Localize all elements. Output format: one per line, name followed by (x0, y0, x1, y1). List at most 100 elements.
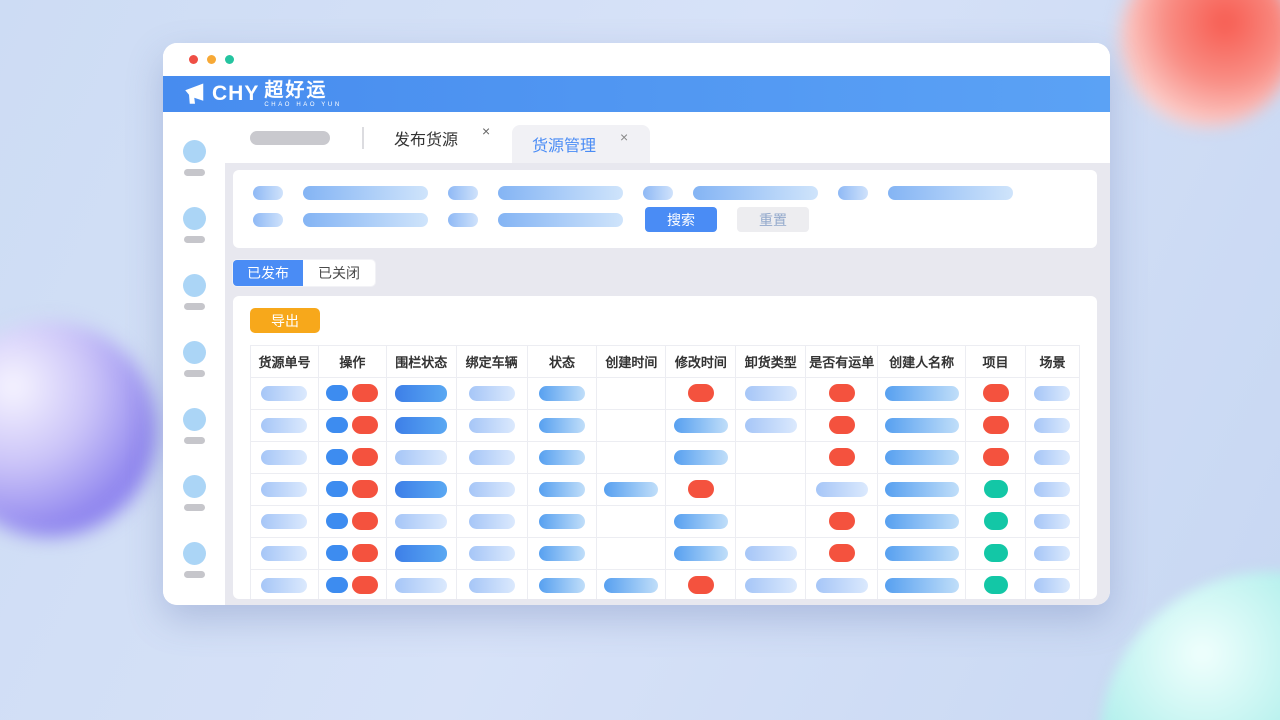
status-tab-closed[interactable]: 已关闭 (303, 260, 375, 286)
table-cell (251, 506, 319, 538)
delete-action-dot[interactable] (352, 512, 378, 530)
cell-pill-placeholder (469, 450, 515, 465)
edit-action-dot[interactable] (326, 449, 348, 465)
window-minimize-button[interactable] (207, 55, 216, 64)
tab-bar: 发布货源 × 货源管理 × (225, 112, 1110, 163)
filter-row-2: 搜索 重置 (253, 207, 1077, 232)
filter-input-placeholder[interactable] (498, 213, 623, 227)
table-cell (666, 570, 736, 600)
filter-label-placeholder (253, 213, 283, 227)
filter-label-placeholder (643, 186, 673, 200)
tab-divider (362, 127, 364, 149)
status-dot-red (829, 512, 855, 530)
tab-placeholder-pill[interactable] (250, 131, 330, 145)
edit-action-dot[interactable] (326, 417, 348, 433)
cell-pill-placeholder (1034, 514, 1070, 529)
cell-pill-placeholder (1034, 386, 1070, 401)
cell-pill-placeholder (539, 450, 585, 465)
edit-action-dot[interactable] (326, 577, 348, 593)
status-dot-red (829, 416, 855, 434)
edit-action-dot[interactable] (326, 513, 348, 529)
filter-input-placeholder[interactable] (888, 186, 1013, 200)
table-cell (251, 474, 319, 506)
sidebar-item[interactable] (183, 408, 206, 444)
window-maximize-button[interactable] (225, 55, 234, 64)
cell-pill-placeholder (395, 545, 447, 562)
table-cell (386, 474, 456, 506)
table-cell (878, 442, 966, 474)
cell-pill-placeholder (261, 418, 307, 433)
window-close-button[interactable] (189, 55, 198, 64)
filter-input-placeholder[interactable] (303, 186, 428, 200)
delete-action-dot[interactable] (352, 448, 378, 466)
logo-name: 超好运 CHAO HAO YUN (264, 81, 341, 108)
logo-name-cn: 超好运 (264, 81, 327, 100)
filter-label-placeholder (448, 213, 478, 227)
sidebar-item[interactable] (183, 542, 206, 578)
table-cell (878, 378, 966, 410)
menu-label-placeholder (184, 504, 205, 511)
cell-pill-placeholder (745, 578, 797, 593)
cell-pill-placeholder (261, 386, 307, 401)
cell-pill-placeholder (469, 546, 515, 561)
filter-row-2-fields (253, 213, 623, 227)
sidebar-item[interactable] (183, 341, 206, 377)
edit-action-dot[interactable] (326, 545, 348, 561)
export-button[interactable]: 导出 (250, 308, 320, 333)
logo-text: CHY (212, 82, 259, 106)
table-cell (666, 410, 736, 442)
cell-pill-placeholder (539, 482, 585, 497)
close-icon[interactable]: × (620, 129, 630, 145)
close-icon[interactable]: × (482, 123, 492, 139)
status-dot-red (983, 384, 1009, 402)
cell-pill-placeholder (469, 482, 515, 497)
cell-pill-placeholder (261, 578, 307, 593)
search-button[interactable]: 搜索 (645, 207, 717, 232)
cell-pill-placeholder (539, 578, 585, 593)
table-cell (806, 378, 878, 410)
cell-pill-placeholder (1034, 546, 1070, 561)
filter-input-placeholder[interactable] (693, 186, 818, 200)
cell-pill-placeholder (469, 418, 515, 433)
cell-pill-placeholder (885, 418, 959, 433)
cell-pill-placeholder (469, 386, 515, 401)
table-cell (1025, 570, 1079, 600)
sidebar-item[interactable] (183, 140, 206, 176)
table-cell (456, 570, 527, 600)
delete-action-dot[interactable] (352, 544, 378, 562)
table-cell (318, 506, 386, 538)
delete-action-dot[interactable] (352, 384, 378, 402)
filter-input-placeholder[interactable] (303, 213, 428, 227)
table-header-row: 货源单号操作围栏状态绑定车辆状态创建时间修改时间卸货类型是否有运单创建人名称项目… (251, 346, 1080, 378)
cell-pill-placeholder (395, 578, 447, 593)
status-dot-teal (984, 544, 1008, 562)
filter-input-placeholder[interactable] (498, 186, 623, 200)
table-cell (251, 378, 319, 410)
filter-panel: 搜索 重置 (233, 170, 1097, 248)
edit-action-dot[interactable] (326, 481, 348, 497)
sidebar-item[interactable] (183, 207, 206, 243)
source-table: 货源单号操作围栏状态绑定车辆状态创建时间修改时间卸货类型是否有运单创建人名称项目… (250, 345, 1080, 599)
delete-action-dot[interactable] (352, 576, 378, 594)
menu-icon (183, 140, 206, 163)
table-cell (318, 570, 386, 600)
table-cell (597, 570, 666, 600)
column-header: 场景 (1025, 346, 1079, 378)
sidebar-item[interactable] (183, 475, 206, 511)
tab-source-management[interactable]: 货源管理 × (512, 125, 650, 163)
table-cell (806, 538, 878, 570)
table-cell (318, 474, 386, 506)
table-cell (318, 442, 386, 474)
sidebar-item[interactable] (183, 274, 206, 310)
cell-pill-placeholder (674, 450, 728, 465)
status-tab-published[interactable]: 已发布 (233, 260, 303, 286)
table-cell (597, 474, 666, 506)
table-cell (456, 410, 527, 442)
tab-publish-source[interactable]: 发布货源 × (394, 126, 492, 150)
delete-action-dot[interactable] (352, 480, 378, 498)
cell-pill-placeholder (261, 514, 307, 529)
edit-action-dot[interactable] (326, 385, 348, 401)
cell-pill-placeholder (469, 578, 515, 593)
delete-action-dot[interactable] (352, 416, 378, 434)
reset-button[interactable]: 重置 (737, 207, 809, 232)
